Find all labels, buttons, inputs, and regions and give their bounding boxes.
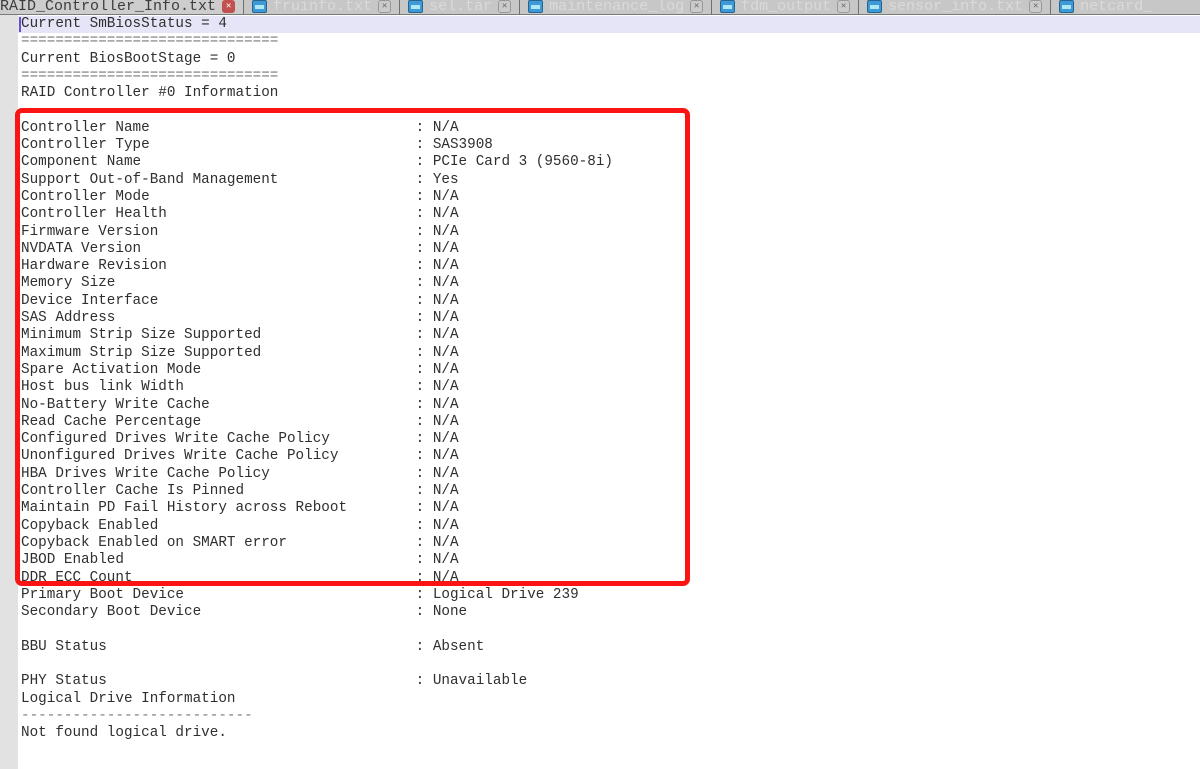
editor-line xyxy=(18,102,1200,119)
editor-line: Host bus link Width : N/A xyxy=(18,379,1200,396)
tab-sel-tar[interactable]: sel.tar ✕ xyxy=(399,0,519,15)
editor-line: Spare Activation Mode : N/A xyxy=(18,362,1200,379)
tab-close-icon[interactable]: ✕ xyxy=(222,0,235,13)
editor-line: Controller Type : SAS3908 xyxy=(18,137,1200,154)
editor-line: Secondary Boot Device : None xyxy=(18,604,1200,621)
editor-line: --------------------------- xyxy=(18,708,1200,725)
tab-label: maintenance_log xyxy=(549,0,684,15)
editor-line: SAS Address : N/A xyxy=(18,310,1200,327)
editor-line: Primary Boot Device : Logical Drive 239 xyxy=(18,587,1200,604)
tab-netcard[interactable]: netcard_ xyxy=(1050,0,1200,15)
editor-line: Controller Health : N/A xyxy=(18,206,1200,223)
editor-line: Logical Drive Information xyxy=(18,691,1200,708)
editor-line xyxy=(18,656,1200,673)
tab-fdm-output[interactable]: fdm_output ✕ xyxy=(711,0,858,15)
tab-fruinfo-txt[interactable]: fruinfo.txt ✕ xyxy=(243,0,399,15)
document-icon xyxy=(1059,0,1074,13)
editor-line: Maximum Strip Size Supported : N/A xyxy=(18,345,1200,362)
editor-line: Unonfigured Drives Write Cache Policy : … xyxy=(18,448,1200,465)
document-icon xyxy=(252,0,267,13)
editor-line: Controller Cache Is Pinned : N/A xyxy=(18,483,1200,500)
tab-label: fdm_output xyxy=(741,0,831,15)
editor-line: BBU Status : Absent xyxy=(18,639,1200,656)
document-icon xyxy=(867,0,882,13)
editor-line: JBOD Enabled : N/A xyxy=(18,552,1200,569)
tab-close-icon[interactable]: ✕ xyxy=(837,0,850,13)
editor-line: Maintain PD Fail History across Reboot :… xyxy=(18,500,1200,517)
editor-line: No-Battery Write Cache : N/A xyxy=(18,397,1200,414)
editor-pane: Current SmBiosStatus = 4================… xyxy=(0,15,1200,769)
tab-bar-row: RAID_Controller_Info.txt✕fruinfo.txt✕sel… xyxy=(0,0,1200,15)
editor-line: PHY Status : Unavailable xyxy=(18,673,1200,690)
editor-line: Device Interface : N/A xyxy=(18,293,1200,310)
editor-line: Copyback Enabled : N/A xyxy=(18,518,1200,535)
editor-line: Copyback Enabled on SMART error : N/A xyxy=(18,535,1200,552)
editor-line: NVDATA Version : N/A xyxy=(18,241,1200,258)
tab-sensor-info-txt[interactable]: sensor_info.txt ✕ xyxy=(858,0,1050,15)
tab-close-icon[interactable]: ✕ xyxy=(690,0,703,13)
editor-gutter-margin xyxy=(0,15,18,769)
tab-close-icon[interactable]: ✕ xyxy=(1029,0,1042,13)
tab-label: sel.tar xyxy=(429,0,492,15)
tab-label: fruinfo.txt xyxy=(273,0,372,15)
editor-line: DDR ECC Count : N/A xyxy=(18,570,1200,587)
tab-label: netcard_ xyxy=(1080,0,1152,15)
editor-line: Read Cache Percentage : N/A xyxy=(18,414,1200,431)
tab-label: sensor_info.txt xyxy=(888,0,1023,15)
editor-line: Component Name : PCIe Card 3 (9560-8i) xyxy=(18,154,1200,171)
editor-line: Minimum Strip Size Supported : N/A xyxy=(18,327,1200,344)
editor-line: Configured Drives Write Cache Policy : N… xyxy=(18,431,1200,448)
editor-line: RAID Controller #0 Information xyxy=(18,85,1200,102)
tab-close-icon[interactable]: ✕ xyxy=(378,0,391,13)
text-content-area[interactable]: Current SmBiosStatus = 4================… xyxy=(18,16,1200,742)
tab-close-icon[interactable]: ✕ xyxy=(498,0,511,13)
document-icon xyxy=(528,0,543,13)
editor-line: Not found logical drive. xyxy=(18,725,1200,742)
tab-raid-controller-info-txt[interactable]: RAID_Controller_Info.txt ✕ xyxy=(0,0,243,15)
editor-line: Memory Size : N/A xyxy=(18,275,1200,292)
editor-line: Controller Name : N/A xyxy=(18,120,1200,137)
tab-maintenance-log[interactable]: maintenance_log ✕ xyxy=(519,0,711,15)
document-icon xyxy=(408,0,423,13)
editor-line: Hardware Revision : N/A xyxy=(18,258,1200,275)
text-caret xyxy=(19,17,21,32)
tab-label: RAID_Controller_Info.txt xyxy=(0,0,216,15)
editor-line: Firmware Version : N/A xyxy=(18,224,1200,241)
editor-line: Current BiosBootStage = 0 xyxy=(18,51,1200,68)
document-icon xyxy=(720,0,735,13)
editor-line: ============================== xyxy=(18,68,1200,85)
editor-line: ============================== xyxy=(18,33,1200,50)
tab-bar: RAID_Controller_Info.txt✕fruinfo.txt✕sel… xyxy=(0,0,1200,15)
editor-line: HBA Drives Write Cache Policy : N/A xyxy=(18,466,1200,483)
editor-line: Controller Mode : N/A xyxy=(18,189,1200,206)
editor-line: Support Out-of-Band Management : Yes xyxy=(18,172,1200,189)
editor-line xyxy=(18,621,1200,638)
editor-line: Current SmBiosStatus = 4 xyxy=(18,16,1200,33)
